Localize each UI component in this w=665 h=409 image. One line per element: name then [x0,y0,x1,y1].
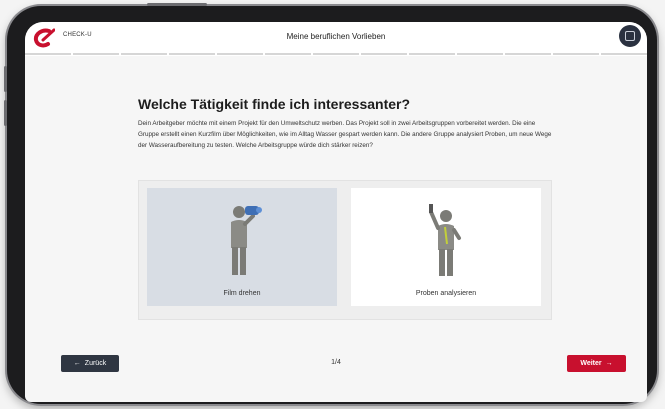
progress-segment [121,53,167,55]
person-filming-icon [231,206,262,275]
tablet-frame: CHECK-U Meine beruflichen Vorlieben Welc… [4,3,657,404]
progress-segment [217,53,263,55]
question-description: Dein Arbeitgeber möchte mit einem Projek… [138,120,552,149]
next-button[interactable]: Weiter → [567,355,626,372]
progress-segment [73,53,119,55]
progress-segment [553,53,599,55]
option-label: Film drehen [223,290,261,297]
person-analyzing-icon [429,204,461,276]
arrow-right-icon: → [605,360,613,367]
menu-avatar[interactable] [619,25,641,47]
question-heading: Welche Tätigkeit finde ich interessanter… [138,96,411,112]
page-title: Meine beruflichen Vorlieben [286,32,386,41]
power-button [147,3,207,6]
progress-segment [457,53,503,55]
option-label: Proben analysieren [415,290,477,297]
progress-segment [601,53,647,55]
volume-button [4,66,7,92]
progress-segment [505,53,551,55]
next-label: Weiter [580,360,602,367]
progress-bar [25,52,647,56]
progress-segment [409,53,455,55]
progress-segment [25,53,71,55]
option-proben-analysieren[interactable]: Proben analysieren [351,188,541,306]
progress-segment [169,53,215,55]
progress-segment [361,53,407,55]
volume-button [4,100,7,126]
progress-segment [265,53,311,55]
progress-segment [313,53,359,55]
screen: CHECK-U Meine beruflichen Vorlieben Welc… [25,22,647,402]
menu-icon [625,31,635,41]
option-film-drehen[interactable]: Film drehen [147,188,337,306]
app-header: CHECK-U Meine beruflichen Vorlieben [25,22,647,52]
page-indicator: 1/4 [331,359,341,366]
